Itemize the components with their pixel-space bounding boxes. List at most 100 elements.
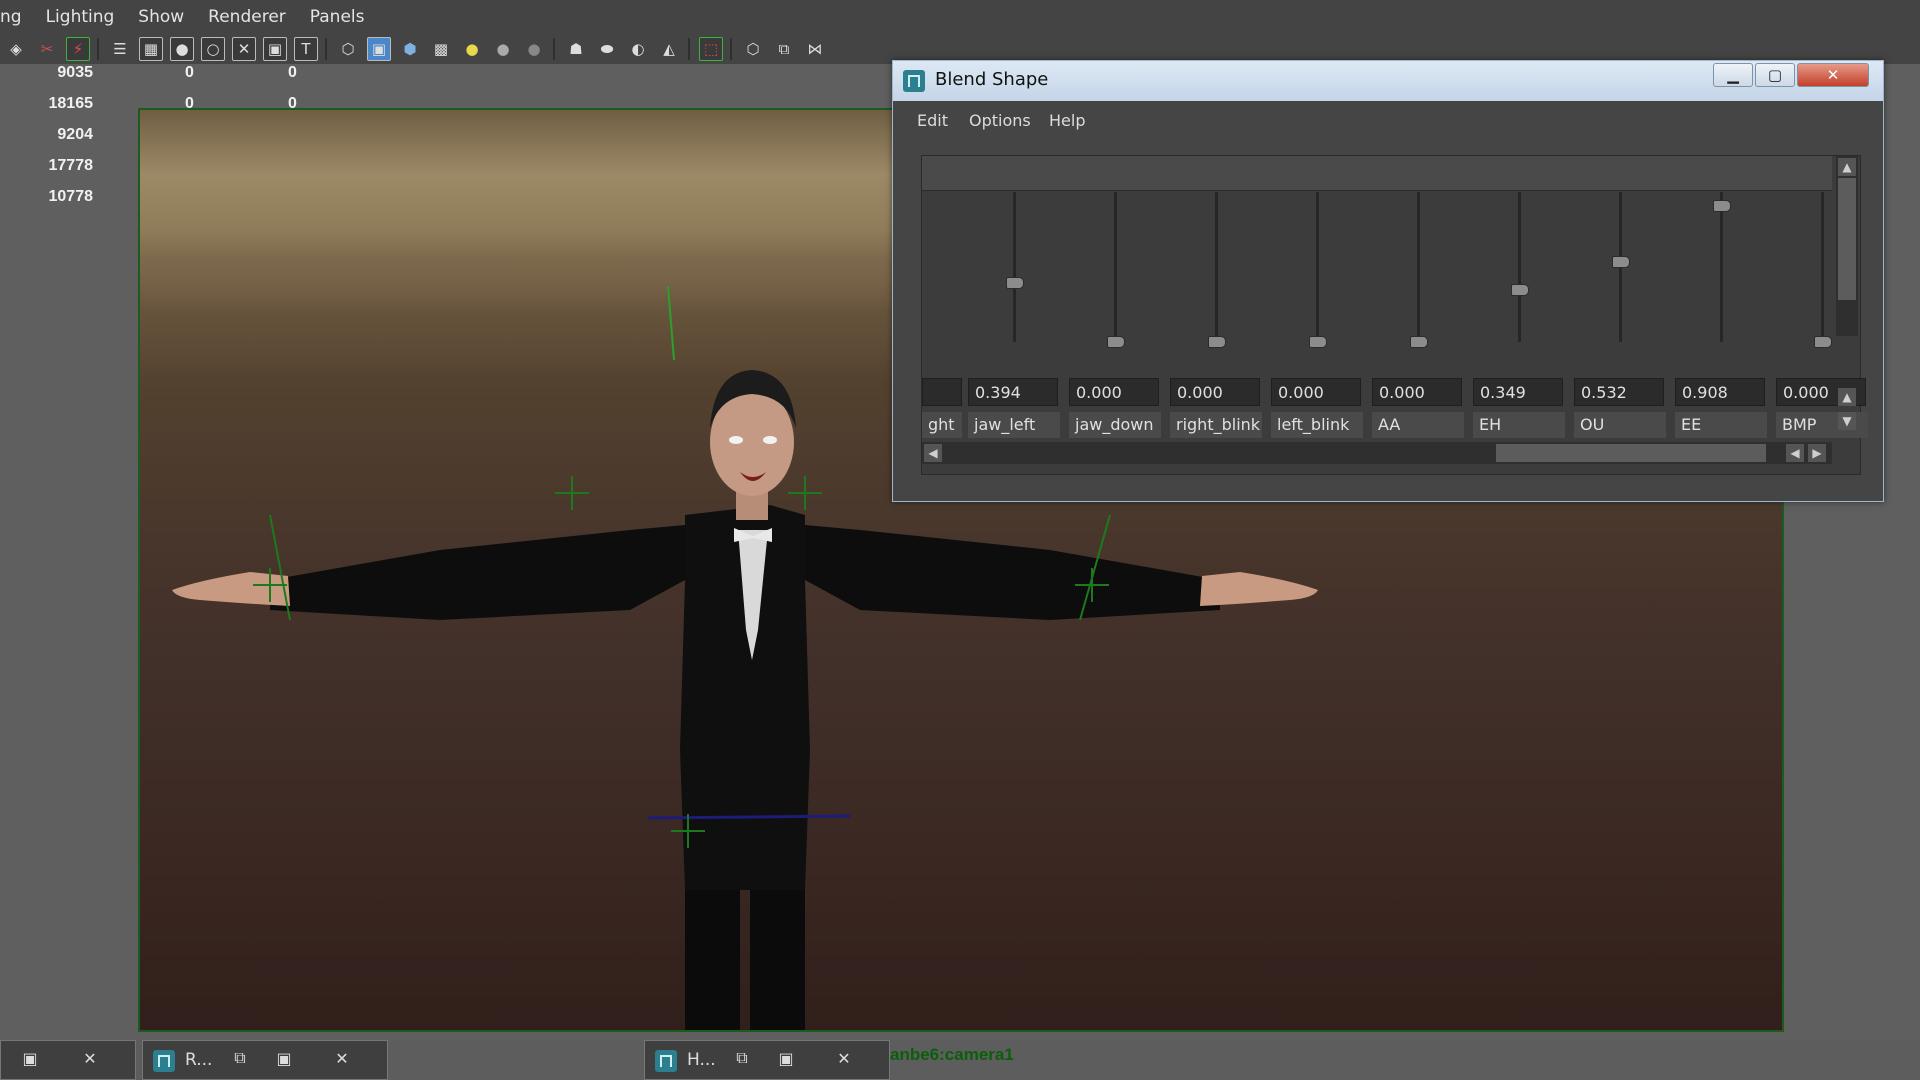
maximize-button[interactable]: ▣ — [773, 1047, 799, 1069]
slider-name-label: EE — [1675, 412, 1767, 438]
ambient-occlusion-icon[interactable]: ● — [522, 37, 546, 61]
grid-icon[interactable]: ▦ — [139, 37, 163, 61]
menu-edit[interactable]: Edit — [917, 111, 948, 130]
blend-slider[interactable] — [1776, 192, 1876, 348]
xray-icon[interactable]: ⬚ — [699, 37, 723, 61]
depth-of-field-icon[interactable]: ◐ — [626, 37, 650, 61]
backface-icon[interactable]: ⧉ — [772, 37, 796, 61]
hud-value: 17778 — [48, 157, 94, 174]
horizontal-scrollbar[interactable]: ◀ ◀ ▶ — [922, 442, 1832, 464]
menu-item-renderer[interactable]: Renderer — [208, 7, 286, 27]
slider-handle[interactable] — [1511, 284, 1529, 296]
slider-handle[interactable] — [1814, 336, 1832, 348]
scroll-up-icon[interactable]: ▲ — [1838, 158, 1856, 176]
slider-track[interactable] — [1114, 192, 1117, 342]
slider-value-field[interactable]: 0.000 — [1372, 378, 1462, 406]
scroll-left-icon[interactable]: ◀ — [924, 444, 942, 462]
toolbar-divider — [553, 38, 555, 60]
motion-blur-icon[interactable]: ☗ — [564, 37, 588, 61]
smooth-shade-icon[interactable]: ▣ — [367, 37, 391, 61]
slider-track[interactable] — [1720, 192, 1723, 342]
menu-help[interactable]: Help — [1049, 111, 1085, 130]
blend-slider[interactable] — [1170, 192, 1270, 348]
bookmark-icon[interactable]: ⚡ — [66, 37, 90, 61]
vertical-scrollbar[interactable]: ▲ — [1836, 156, 1858, 336]
blend-slider[interactable] — [968, 192, 1068, 342]
close-button[interactable]: ✕ — [831, 1047, 857, 1069]
slider-handle[interactable] — [1713, 200, 1731, 212]
share-icon[interactable]: ⋈ — [803, 37, 827, 61]
safe-action-icon[interactable]: T — [294, 37, 318, 61]
menu-item-lighting[interactable]: Lighting — [46, 7, 115, 27]
slider-value-field[interactable]: 0.000 — [1271, 378, 1361, 406]
slider-value-field[interactable]: 0.000 — [1069, 378, 1159, 406]
wireframe-icon[interactable]: ⬡ — [336, 37, 360, 61]
light-icon[interactable]: ● — [460, 37, 484, 61]
shadow-icon[interactable]: ● — [491, 37, 515, 61]
slider-track[interactable] — [1215, 192, 1218, 342]
slider-handle[interactable] — [1612, 256, 1630, 268]
menu-options[interactable]: Options — [969, 111, 1031, 130]
menu-item-show[interactable]: Show — [138, 7, 184, 27]
restore-button[interactable]: ⧉ — [227, 1047, 253, 1069]
isolate-select-icon[interactable]: ◭ — [657, 37, 681, 61]
minimized-window[interactable]: ▣ ✕ — [0, 1040, 136, 1080]
close-button[interactable]: ✕ — [77, 1047, 103, 1069]
gate-mask-icon[interactable]: ✕ — [232, 37, 256, 61]
minimized-window[interactable]: R... ⧉ ▣ ✕ — [142, 1040, 388, 1080]
slider-track[interactable] — [1013, 192, 1016, 342]
xray-joints-icon[interactable]: ⬡ — [741, 37, 765, 61]
maximize-button[interactable]: ▣ — [271, 1047, 297, 1069]
restore-button[interactable]: ⧉ — [729, 1047, 755, 1069]
film-gate-icon[interactable]: ● — [170, 37, 194, 61]
scroll-left-end-icon[interactable]: ◀ — [1786, 444, 1804, 462]
window-title-bar[interactable]: Blend Shape ▁ ▢ ✕ — [893, 61, 1883, 102]
field-chart-icon[interactable]: ▣ — [263, 37, 287, 61]
blend-slider[interactable] — [1372, 192, 1472, 348]
slider-handle[interactable] — [1208, 336, 1226, 348]
slider-track[interactable] — [1821, 192, 1824, 342]
slider-handle[interactable] — [1309, 336, 1327, 348]
slider-value-field[interactable]: 0.908 — [1675, 378, 1765, 406]
blend-slider[interactable] — [1069, 192, 1169, 348]
horizontal-scroll-thumb[interactable] — [1496, 444, 1766, 462]
textured-icon[interactable]: ▩ — [429, 37, 453, 61]
slider-track[interactable] — [1417, 192, 1420, 342]
slider-track[interactable] — [1518, 192, 1521, 342]
vertical-scroll-thumb[interactable] — [1838, 178, 1856, 300]
close-button[interactable]: ✕ — [1797, 63, 1869, 87]
flat-shade-icon[interactable]: ⬢ — [398, 37, 422, 61]
slider-value-field[interactable]: 0.394 — [968, 378, 1058, 406]
slider-handle[interactable] — [1006, 277, 1024, 289]
slider-name-label: left_blink — [1271, 412, 1363, 438]
restore-button[interactable]: ▣ — [17, 1047, 43, 1069]
minimized-window[interactable]: H... ⧉ ▣ ✕ — [644, 1040, 890, 1080]
select-camera-icon[interactable]: ◈ — [4, 37, 28, 61]
slider-handle[interactable] — [1107, 336, 1125, 348]
multisample-icon[interactable]: ⬬ — [595, 37, 619, 61]
maya-app-icon — [153, 1050, 175, 1072]
slider-value-field[interactable]: 0.532 — [1574, 378, 1664, 406]
camera-attributes-icon[interactable]: ✂ — [35, 37, 59, 61]
value-scroll-up-icon[interactable]: ▲ — [1838, 388, 1856, 406]
blend-slider[interactable] — [1271, 192, 1371, 348]
value-scroll-down-icon[interactable]: ▼ — [1838, 412, 1856, 430]
menu-item-panels[interactable]: Panels — [310, 7, 365, 27]
blend-slider[interactable] — [1574, 192, 1674, 342]
slider-track[interactable] — [1316, 192, 1319, 342]
slider-value-field[interactable]: 0.349 — [1473, 378, 1563, 406]
close-button[interactable]: ✕ — [329, 1047, 355, 1069]
menu-item-rendering-partial[interactable]: ng — [0, 7, 22, 27]
blend-slider[interactable] — [1675, 192, 1775, 342]
toolbar-divider — [730, 38, 732, 60]
slider-value-field-partial[interactable] — [922, 378, 962, 406]
maximize-button[interactable]: ▢ — [1755, 63, 1795, 87]
slider-value-field[interactable]: 0.000 — [1170, 378, 1260, 406]
resolution-gate-icon[interactable]: ○ — [201, 37, 225, 61]
blend-shape-window[interactable]: Blend Shape ▁ ▢ ✕ Edit Options Help ght … — [892, 60, 1884, 502]
minimize-button[interactable]: ▁ — [1713, 63, 1753, 87]
image-plane-icon[interactable]: ☰ — [108, 37, 132, 61]
slider-handle[interactable] — [1410, 336, 1428, 348]
blend-slider[interactable] — [1473, 192, 1573, 342]
scroll-right-icon[interactable]: ▶ — [1808, 444, 1826, 462]
